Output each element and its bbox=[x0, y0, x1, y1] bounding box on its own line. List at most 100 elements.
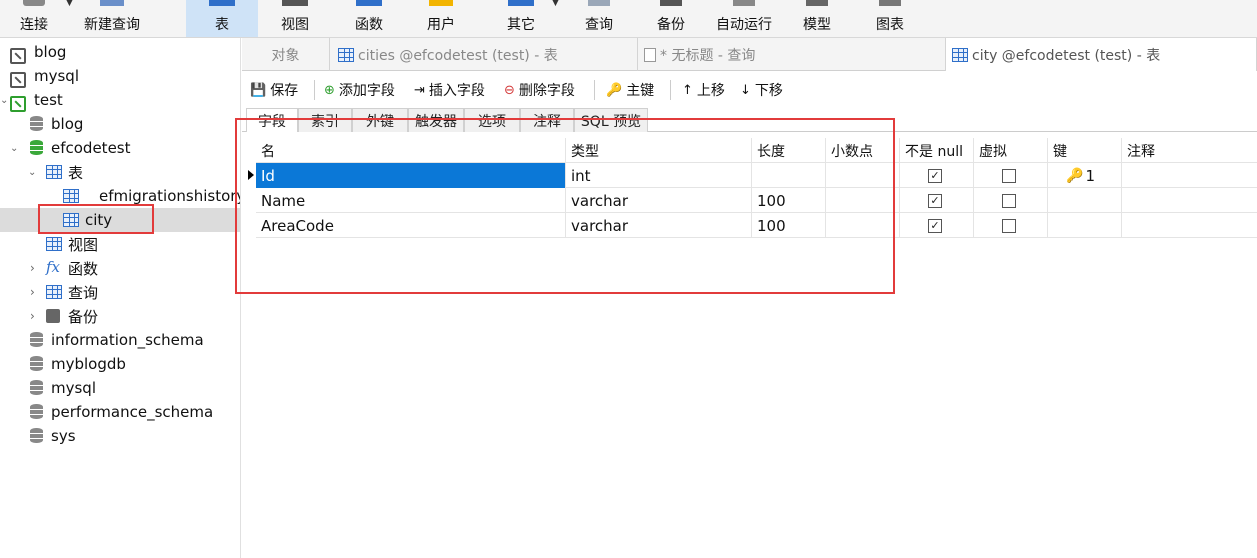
cell-comment[interactable] bbox=[1122, 188, 1257, 213]
cell-comment[interactable] bbox=[1122, 213, 1257, 238]
save-button[interactable]: 💾 保存 bbox=[250, 80, 298, 100]
tab-cities-table[interactable]: cities @efcodetest (test) - 表 bbox=[332, 38, 638, 71]
tree-database-blog[interactable]: blog bbox=[0, 112, 240, 136]
cell-not-null[interactable]: ✓ bbox=[900, 188, 974, 213]
tree-connection-blog[interactable]: blog bbox=[0, 40, 240, 64]
cell-name[interactable]: Name bbox=[256, 188, 566, 213]
tree-node-views[interactable]: 视图 bbox=[0, 232, 240, 256]
cell-key[interactable]: 🔑 1 bbox=[1048, 163, 1122, 188]
chevron-right-icon[interactable]: › bbox=[30, 309, 35, 323]
toolbar-other-button[interactable]: 其它 bbox=[490, 0, 552, 37]
cell-decimals[interactable] bbox=[826, 188, 900, 213]
cell-not-null[interactable]: ✓ bbox=[900, 163, 974, 188]
function-icon: fx bbox=[46, 258, 61, 276]
toolbar-backup-button[interactable]: 备份 bbox=[640, 0, 702, 37]
cell-length[interactable] bbox=[752, 163, 826, 188]
cell-key[interactable] bbox=[1048, 188, 1122, 213]
chevron-right-icon[interactable]: › bbox=[30, 285, 35, 299]
chart-icon bbox=[879, 0, 901, 6]
cell-length[interactable]: 100 bbox=[752, 188, 826, 213]
cell-key[interactable] bbox=[1048, 213, 1122, 238]
cell-type[interactable]: int bbox=[566, 163, 752, 188]
cell-type[interactable]: varchar bbox=[566, 188, 752, 213]
chevron-down-icon[interactable]: ⌄ bbox=[10, 143, 18, 154]
cell-length[interactable]: 100 bbox=[752, 213, 826, 238]
tree-database-efcodetest[interactable]: ⌄ efcodetest bbox=[0, 136, 240, 160]
header-not-null[interactable]: 不是 null bbox=[900, 138, 974, 163]
toolbar-model-button[interactable]: 模型 bbox=[788, 0, 846, 37]
not-null-checkbox[interactable]: ✓ bbox=[928, 168, 942, 183]
header-type[interactable]: 类型 bbox=[566, 138, 752, 163]
subtab-options[interactable]: 选项 bbox=[464, 108, 520, 132]
insert-field-button[interactable]: ⇥ 插入字段 bbox=[414, 80, 485, 100]
connect-dropdown-icon[interactable]: ▼ bbox=[66, 0, 73, 8]
toolbar-schedule-button[interactable]: 自动运行 bbox=[708, 0, 780, 37]
chevron-right-icon[interactable]: › bbox=[30, 261, 35, 275]
virtual-checkbox[interactable] bbox=[1002, 193, 1016, 208]
header-comment[interactable]: 注释 bbox=[1122, 138, 1257, 163]
tree-database-myblogdb[interactable]: myblogdb bbox=[0, 352, 240, 376]
toolbar-user-button[interactable]: 用户 bbox=[410, 0, 472, 37]
tree-connection-test[interactable]: ⌄ test bbox=[0, 88, 240, 112]
tree-database-performance-schema[interactable]: performance_schema bbox=[0, 400, 240, 424]
subtab-sql-preview[interactable]: SQL 预览 bbox=[574, 108, 648, 132]
tree-table-city[interactable]: city bbox=[0, 208, 240, 232]
tree-database-information-schema[interactable]: information_schema bbox=[0, 328, 240, 352]
tab-city-table[interactable]: city @efcodetest (test) - 表 bbox=[946, 38, 1257, 71]
cell-virtual[interactable] bbox=[974, 188, 1048, 213]
tree-connection-mysql[interactable]: mysql bbox=[0, 64, 240, 88]
subtab-fields[interactable]: 字段 bbox=[246, 108, 298, 132]
tree-label: sys bbox=[51, 427, 76, 445]
toolbar-chart-button[interactable]: 图表 bbox=[860, 0, 920, 37]
primary-key-button[interactable]: 🔑 主键 bbox=[606, 80, 654, 100]
chevron-down-icon[interactable]: ⌄ bbox=[28, 167, 36, 178]
virtual-checkbox[interactable] bbox=[1002, 218, 1016, 233]
toolbar-table-button[interactable]: 表 bbox=[186, 0, 258, 37]
header-name[interactable]: 名 bbox=[256, 138, 566, 163]
toolbar-query-button[interactable]: 查询 bbox=[568, 0, 630, 37]
cell-comment[interactable] bbox=[1122, 163, 1257, 188]
table-row[interactable]: Name varchar 100 ✓ bbox=[256, 188, 1257, 213]
other-dropdown-icon[interactable]: ▼ bbox=[552, 0, 559, 8]
move-down-button[interactable]: ↓ 下移 bbox=[740, 80, 783, 100]
table-row[interactable]: AreaCode varchar 100 ✓ bbox=[256, 213, 1257, 238]
cell-virtual[interactable] bbox=[974, 163, 1048, 188]
cell-name[interactable]: Id bbox=[256, 163, 566, 188]
subtab-indexes[interactable]: 索引 bbox=[298, 108, 352, 132]
virtual-checkbox[interactable] bbox=[1002, 168, 1016, 183]
tab-objects[interactable]: 对象 bbox=[242, 38, 330, 71]
move-up-button[interactable]: ↑ 上移 bbox=[682, 80, 725, 100]
not-null-checkbox[interactable]: ✓ bbox=[928, 218, 942, 233]
not-null-checkbox[interactable]: ✓ bbox=[928, 193, 942, 208]
tree-node-functions[interactable]: › fx 函数 bbox=[0, 256, 240, 280]
chevron-down-icon[interactable]: ⌄ bbox=[0, 95, 8, 106]
toolbar-function-button[interactable]: 函数 bbox=[336, 0, 402, 37]
cell-not-null[interactable]: ✓ bbox=[900, 213, 974, 238]
tree-node-tables[interactable]: ⌄ 表 bbox=[0, 160, 240, 184]
cell-name[interactable]: AreaCode bbox=[256, 213, 566, 238]
cell-decimals[interactable] bbox=[826, 163, 900, 188]
header-decimals[interactable]: 小数点 bbox=[826, 138, 900, 163]
header-key[interactable]: 键 bbox=[1048, 138, 1122, 163]
cell-decimals[interactable] bbox=[826, 213, 900, 238]
table-row[interactable]: Id int ✓ 🔑 1 bbox=[248, 163, 1257, 188]
add-field-button[interactable]: ⊕ 添加字段 bbox=[324, 80, 395, 100]
toolbar-new-query-button[interactable]: 新建查询 bbox=[78, 0, 146, 37]
separator bbox=[314, 80, 315, 100]
cell-type[interactable]: varchar bbox=[566, 213, 752, 238]
tree-database-sys[interactable]: sys bbox=[0, 424, 240, 448]
tree-node-backups[interactable]: › 备份 bbox=[0, 304, 240, 328]
tree-node-queries[interactable]: › 查询 bbox=[0, 280, 240, 304]
toolbar-connect-button[interactable]: 连接 bbox=[8, 0, 60, 37]
delete-field-button[interactable]: ⊖ 删除字段 bbox=[504, 80, 575, 100]
toolbar-view-button[interactable]: 视图 bbox=[262, 0, 328, 37]
subtab-foreign-keys[interactable]: 外键 bbox=[352, 108, 408, 132]
subtab-comment[interactable]: 注释 bbox=[520, 108, 574, 132]
header-virtual[interactable]: 虚拟 bbox=[974, 138, 1048, 163]
cell-virtual[interactable] bbox=[974, 213, 1048, 238]
subtab-triggers[interactable]: 触发器 bbox=[408, 108, 464, 132]
tree-database-mysql[interactable]: mysql bbox=[0, 376, 240, 400]
tab-untitled-query[interactable]: * 无标题 - 查询 bbox=[638, 38, 946, 71]
tree-table-efmigrationshistory[interactable]: efmigrationshistory bbox=[0, 184, 240, 208]
header-length[interactable]: 长度 bbox=[752, 138, 826, 163]
